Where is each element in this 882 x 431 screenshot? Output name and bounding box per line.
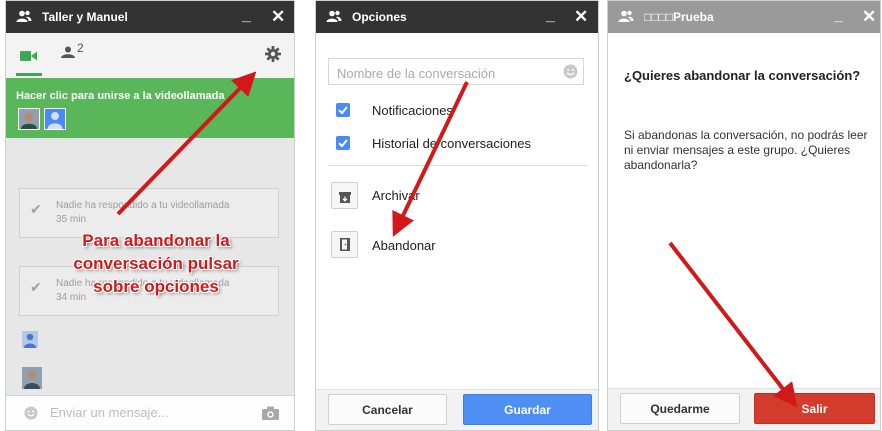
- annotation-arrow: [392, 81, 469, 237]
- annotation-arrows: [116, 71, 798, 408]
- annotation-arrow: [668, 241, 798, 408]
- annotation-arrow: [116, 71, 257, 216]
